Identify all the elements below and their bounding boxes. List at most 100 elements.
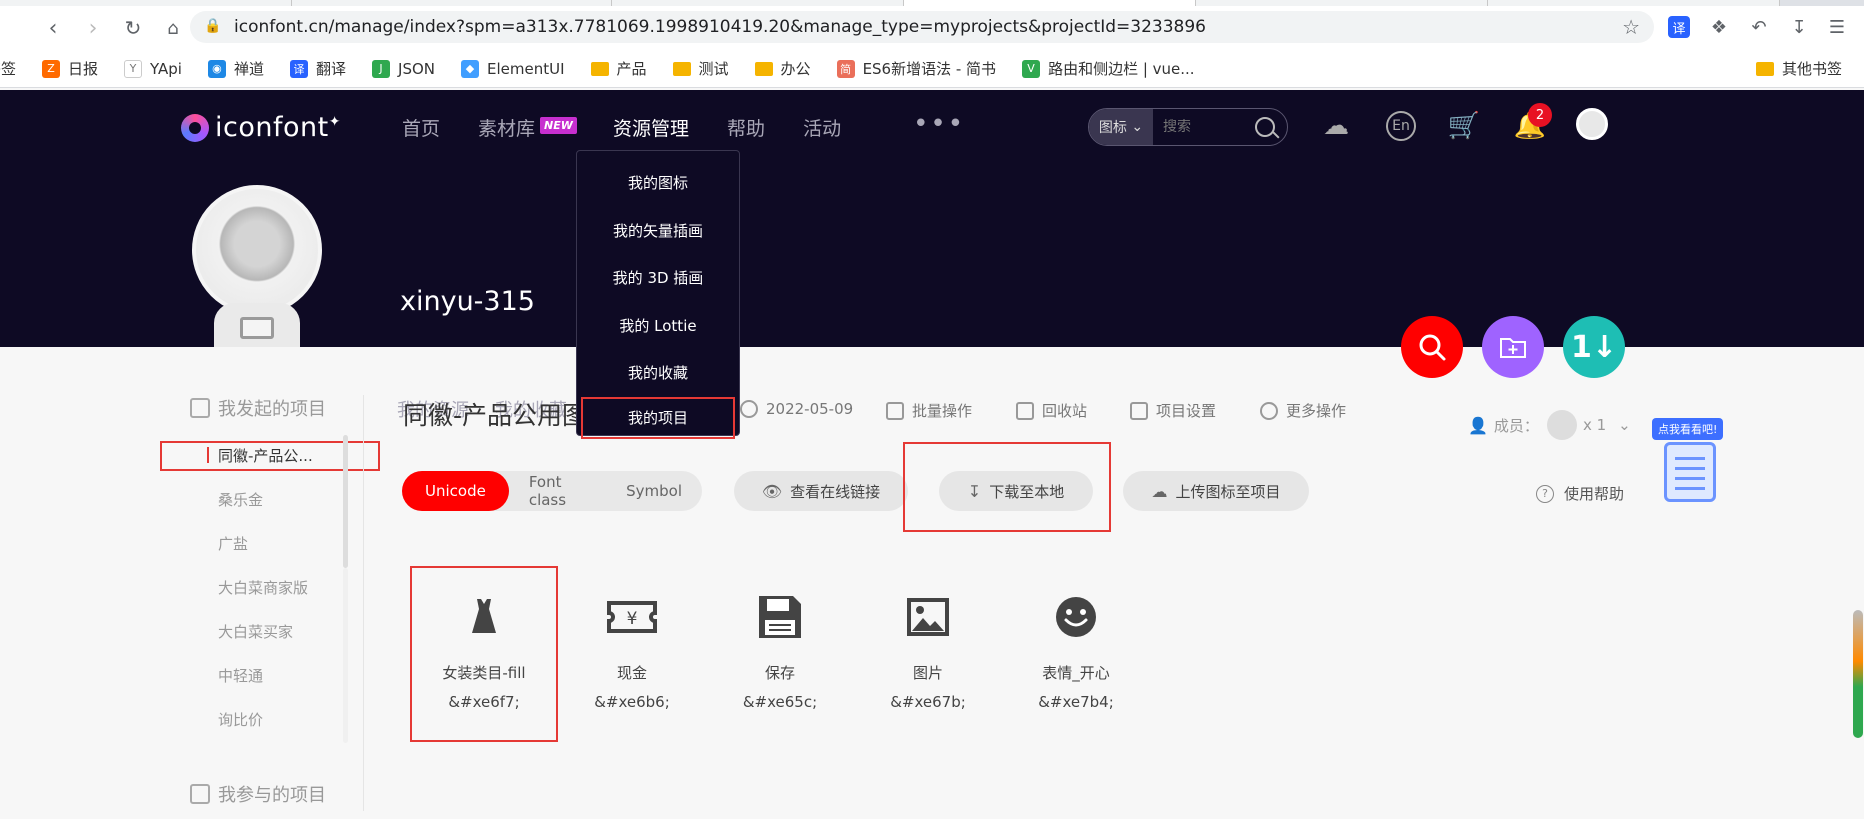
search-type-select[interactable]: 图标 ⌄ bbox=[1089, 109, 1153, 145]
list-icon bbox=[190, 784, 210, 804]
members[interactable]: 👤 成员： x 1 ⌄ bbox=[1468, 410, 1631, 440]
zentao-icon: ◉ bbox=[207, 59, 226, 78]
json-icon: J bbox=[372, 59, 391, 78]
add-folder-fab[interactable] bbox=[1482, 316, 1544, 378]
help-link[interactable]: ? 使用帮助 bbox=[1536, 483, 1624, 504]
search-fab[interactable] bbox=[1401, 316, 1463, 378]
sort-fab[interactable]: 1↓ bbox=[1563, 316, 1625, 378]
menu-item-my-vector-illustrations[interactable]: 我的矢量插画 bbox=[577, 207, 739, 255]
menu-item-my-3d-illustrations[interactable]: 我的 3D 插画 bbox=[577, 254, 739, 302]
folder-icon bbox=[1756, 61, 1774, 76]
bookmark-item[interactable]: Y YApi bbox=[124, 59, 182, 78]
joined-projects-heading: 我参与的项目 bbox=[190, 781, 370, 807]
language-en-icon[interactable]: En bbox=[1386, 111, 1416, 141]
bookmark-item[interactable]: V 路由和侧边栏 | vue... bbox=[1022, 58, 1195, 79]
header-search: 图标 ⌄ bbox=[1088, 108, 1288, 146]
upload-icon-button[interactable]: ☁ 上传图标至项目 bbox=[1123, 471, 1309, 511]
member-avatar bbox=[1546, 410, 1577, 440]
chevron-down-icon: ⌄ bbox=[1618, 416, 1631, 434]
selected-icon-highlight bbox=[410, 566, 558, 742]
menu-item-my-lottie[interactable]: 我的 Lottie bbox=[577, 302, 739, 350]
bookmark-item[interactable]: 译翻译 bbox=[290, 58, 346, 79]
upload-cloud-icon: ☁ bbox=[1151, 481, 1168, 501]
icon-code: &#xe7b4; bbox=[1038, 693, 1114, 711]
user-avatar[interactable] bbox=[1576, 108, 1608, 140]
help-mascot[interactable]: 点我看看吧! bbox=[1652, 418, 1724, 504]
sidebar-scrollbar[interactable] bbox=[343, 435, 348, 568]
question-icon: ? bbox=[1536, 484, 1554, 503]
search-icon[interactable] bbox=[1255, 117, 1275, 137]
smile-icon bbox=[1051, 592, 1101, 642]
bookmark-item[interactable]: J JSON bbox=[372, 59, 435, 78]
edit-icon bbox=[190, 398, 210, 418]
my-projects-heading: 我发起的项目 bbox=[190, 395, 370, 421]
folder-icon bbox=[754, 61, 773, 76]
nav-home[interactable]: 首页 bbox=[402, 114, 440, 141]
project-settings[interactable]: 项目设置 bbox=[1130, 400, 1216, 421]
tab-unicode[interactable]: Unicode bbox=[402, 471, 509, 511]
download-icon[interactable]: ↧ bbox=[1784, 12, 1814, 42]
translate-extension-icon[interactable]: 译 bbox=[1668, 16, 1690, 38]
undo-icon[interactable]: ↶ bbox=[1744, 12, 1774, 42]
folder-plus-icon bbox=[1500, 338, 1526, 358]
view-online-link-button[interactable]: 👁 查看在线链接 bbox=[734, 471, 908, 511]
batch-action[interactable]: 批量操作 bbox=[886, 400, 972, 421]
pen-icon bbox=[1130, 401, 1148, 420]
bookmark-item[interactable]: 简 ES6新增语法 - 简书 bbox=[836, 58, 996, 79]
vue-icon: V bbox=[1022, 59, 1041, 78]
url-text: iconfont.cn/manage/index?spm=a313x.77810… bbox=[234, 17, 1206, 37]
nav-help[interactable]: 帮助 bbox=[727, 114, 765, 141]
clipboard-icon bbox=[1664, 442, 1716, 502]
tab-font-class[interactable]: Font class bbox=[509, 471, 606, 511]
cart-icon[interactable]: 🛒 bbox=[1446, 108, 1482, 144]
icon-card[interactable]: 图片 &#xe67b; bbox=[854, 580, 1002, 711]
cash-icon: ¥ bbox=[607, 592, 657, 642]
menu-item-my-projects[interactable]: 我的项目 bbox=[581, 396, 735, 439]
notification-badge: 2 bbox=[1528, 103, 1552, 127]
upload-cloud-icon[interactable]: ☁ bbox=[1318, 108, 1354, 144]
more-actions[interactable]: 更多操作 bbox=[1260, 400, 1346, 421]
bookmark-item[interactable]: 办公 bbox=[754, 58, 811, 79]
logo-text: iconfont bbox=[215, 112, 329, 143]
url-field[interactable]: 🔒 iconfont.cn/manage/index?spm=a313x.778… bbox=[190, 11, 1654, 43]
tab-symbol[interactable]: Symbol bbox=[606, 471, 702, 511]
search-input[interactable] bbox=[1163, 119, 1253, 135]
bookmark-item[interactable]: 测试 bbox=[672, 58, 729, 79]
bookmark-item[interactable]: 产品 bbox=[590, 58, 647, 79]
puzzle-icon[interactable]: ❖ bbox=[1704, 12, 1734, 42]
other-bookmarks[interactable]: 其他书签 bbox=[1756, 58, 1842, 79]
home-icon[interactable]: ⌂ bbox=[156, 11, 190, 45]
icon-name: 图片 bbox=[912, 664, 943, 682]
icon-card[interactable]: ¥ 现金 &#xe6b6; bbox=[558, 580, 706, 711]
nav-resource-management[interactable]: 资源管理 bbox=[613, 114, 689, 141]
bookmark-item[interactable]: ◉ 禅道 bbox=[207, 58, 264, 79]
icon-card[interactable]: 表情_开心 &#xe7b4; bbox=[1002, 580, 1150, 711]
menu-item-my-icons[interactable]: 我的图标 bbox=[577, 159, 739, 207]
search-icon bbox=[1419, 334, 1446, 361]
bookmark-item[interactable]: 书签 bbox=[0, 58, 16, 79]
page-scrollbar[interactable] bbox=[1853, 610, 1863, 738]
mascot-bubble: 点我看看吧! bbox=[1652, 418, 1724, 440]
reload-icon[interactable]: ↻ bbox=[116, 11, 150, 45]
svg-text:¥: ¥ bbox=[627, 609, 638, 629]
menu-icon[interactable]: ☰ bbox=[1822, 12, 1852, 42]
iconfont-logo[interactable]: iconfont ✦ bbox=[181, 112, 341, 143]
more-icon bbox=[1260, 401, 1278, 420]
icon-name: 表情_开心 bbox=[1042, 664, 1110, 682]
nav-activity[interactable]: 活动 bbox=[803, 114, 841, 141]
forward-icon[interactable]: › bbox=[76, 11, 110, 45]
icon-card[interactable]: 保存 &#xe65c; bbox=[706, 580, 854, 711]
translate-icon: 译 bbox=[290, 59, 308, 78]
menu-item-my-favorites[interactable]: 我的收藏 bbox=[577, 349, 739, 397]
more-dots-icon[interactable]: ••• bbox=[913, 109, 965, 139]
recycle-bin[interactable]: 回收站 bbox=[1016, 400, 1087, 421]
back-icon[interactable]: ‹ bbox=[36, 11, 70, 45]
folder-icon bbox=[672, 61, 691, 76]
profile-avatar bbox=[192, 185, 322, 347]
project-title: 同徽-产品公用图 bbox=[403, 401, 588, 430]
grid-icon bbox=[886, 401, 904, 420]
star-icon[interactable]: ☆ bbox=[1622, 15, 1640, 39]
nav-materials[interactable]: 素材库 NEW bbox=[478, 114, 577, 141]
bookmark-item[interactable]: Z 日报 bbox=[42, 58, 98, 79]
bookmark-item[interactable]: ◆ ElementUI bbox=[461, 59, 565, 78]
